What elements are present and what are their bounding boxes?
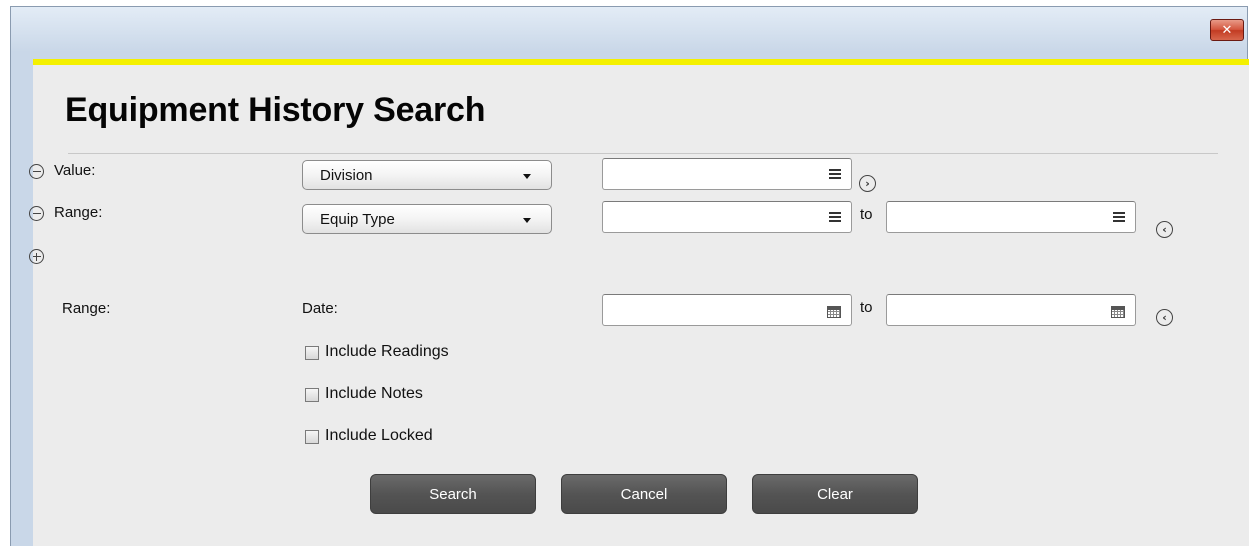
calendar-icon[interactable] — [1111, 306, 1125, 318]
to-label: to — [860, 299, 873, 316]
include-readings-checkbox[interactable] — [305, 346, 319, 360]
include-notes-label: Include Notes — [325, 385, 423, 402]
add-criteria-icon[interactable] — [29, 249, 44, 264]
date-range-label: Range: — [62, 300, 111, 317]
collapse-range-icon[interactable]: ‹ — [1156, 309, 1173, 326]
criteria-type-label: Range: — [54, 204, 103, 221]
range-from-input[interactable] — [602, 201, 852, 233]
clear-button[interactable]: Clear — [752, 474, 918, 514]
title-divider — [68, 153, 1218, 154]
to-label: to — [860, 206, 873, 223]
cancel-button[interactable]: Cancel — [561, 474, 727, 514]
close-icon: ✕ — [1221, 22, 1233, 38]
dialog-window: ✕ Equipment History Search — [10, 6, 1249, 546]
criteria-field-select[interactable]: Division — [302, 160, 552, 190]
search-button[interactable]: Search — [370, 474, 536, 514]
chevron-down-icon — [523, 174, 531, 179]
include-locked-checkbox[interactable] — [305, 430, 319, 444]
include-readings-label: Include Readings — [325, 343, 449, 360]
include-locked-label: Include Locked — [325, 427, 433, 444]
selected-field: Equip Type — [320, 211, 395, 228]
close-button[interactable]: ✕ — [1210, 19, 1244, 41]
value-input[interactable] — [602, 158, 852, 190]
date-from-input[interactable] — [602, 294, 852, 326]
collapse-range-icon[interactable]: ‹ — [1156, 221, 1173, 238]
chevron-down-icon — [523, 218, 531, 223]
range-to-input[interactable] — [886, 201, 1136, 233]
date-field-label: Date: — [302, 300, 338, 317]
calendar-icon[interactable] — [827, 306, 841, 318]
criteria-field-select[interactable]: Equip Type — [302, 204, 552, 234]
date-to-input[interactable] — [886, 294, 1136, 326]
selected-field: Division — [320, 167, 373, 184]
page-title: Equipment History Search — [65, 91, 486, 129]
include-notes-checkbox[interactable] — [305, 388, 319, 402]
list-icon[interactable] — [829, 212, 841, 222]
expand-range-icon[interactable]: › — [859, 175, 876, 192]
criteria-type-label: Value: — [54, 162, 96, 179]
remove-criteria-icon[interactable] — [29, 206, 44, 221]
list-icon[interactable] — [1113, 212, 1125, 222]
list-icon[interactable] — [829, 169, 841, 179]
remove-criteria-icon[interactable] — [29, 164, 44, 179]
